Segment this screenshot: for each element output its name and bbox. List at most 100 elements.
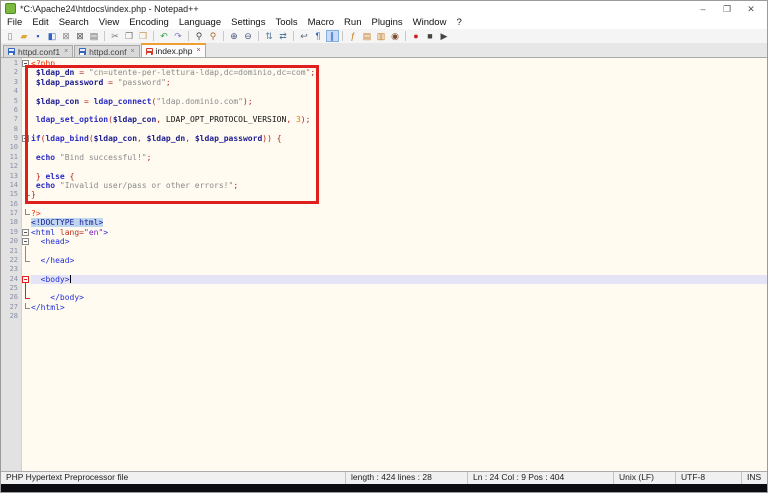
line-number: 3 bbox=[13, 77, 18, 86]
menu-item-window[interactable]: Window bbox=[408, 17, 452, 28]
menu-item-settings[interactable]: Settings bbox=[226, 17, 270, 28]
tab-index-php[interactable]: index.php × bbox=[140, 43, 206, 57]
menu-item-edit[interactable]: Edit bbox=[27, 17, 53, 28]
menu-item-language[interactable]: Language bbox=[174, 17, 226, 28]
code-text[interactable]: <?php bbox=[31, 59, 767, 68]
code-text[interactable]: <html lang="en"> bbox=[31, 228, 767, 237]
print-icon[interactable]: ▤ bbox=[88, 30, 101, 42]
code-text[interactable]: if(ldap_bind($ldap_con, $ldap_dn, $ldap_… bbox=[31, 134, 767, 143]
save-icon[interactable]: ▪ bbox=[32, 30, 45, 42]
find-icon[interactable]: ⚲ bbox=[193, 30, 206, 42]
tab-httpd-conf[interactable]: httpd.conf × bbox=[74, 45, 140, 57]
close-all-icon[interactable]: ⊠ bbox=[74, 30, 87, 42]
code-text[interactable] bbox=[31, 265, 767, 274]
code-text[interactable] bbox=[31, 312, 767, 321]
code-line-14: 14 echo "Invalid user/pass or other erro… bbox=[1, 181, 767, 190]
code-line-3: 3 $ldap_password = "password"; bbox=[1, 78, 767, 87]
show-all-chars-icon[interactable]: ¶ bbox=[312, 30, 325, 42]
fold-marker[interactable] bbox=[21, 275, 31, 284]
menu-item-view[interactable]: View bbox=[94, 17, 124, 28]
zoom-out-icon[interactable]: ⊖ bbox=[242, 30, 255, 42]
code-text[interactable]: ldap_set_option($ldap_con, LDAP_OPT_PROT… bbox=[31, 115, 767, 124]
monitoring-icon[interactable]: ◉ bbox=[389, 30, 402, 42]
toolbar-separator bbox=[153, 31, 154, 41]
code-text[interactable]: } bbox=[31, 190, 767, 199]
code-line-11: 11 echo "Bind successful!"; bbox=[1, 153, 767, 162]
code-text[interactable]: <body> bbox=[31, 274, 767, 284]
copy-icon[interactable]: ❐ bbox=[123, 30, 136, 42]
code-text[interactable]: </html> bbox=[31, 303, 767, 312]
save-all-icon[interactable]: ◧ bbox=[46, 30, 59, 42]
menu-item-file[interactable]: File bbox=[2, 17, 27, 28]
fold-marker bbox=[21, 302, 31, 312]
new-file-icon[interactable]: ▯ bbox=[4, 30, 17, 42]
menu-item-[interactable]: ? bbox=[451, 17, 466, 28]
fold-marker[interactable] bbox=[21, 237, 31, 246]
paste-icon[interactable]: ❒ bbox=[137, 30, 150, 42]
fold-marker[interactable] bbox=[21, 228, 31, 237]
fold-marker[interactable] bbox=[21, 134, 31, 143]
redo-icon[interactable]: ↷ bbox=[172, 30, 185, 42]
menu-item-search[interactable]: Search bbox=[54, 17, 94, 28]
fold-margin bbox=[21, 87, 31, 96]
zoom-in-icon[interactable]: ⊕ bbox=[228, 30, 241, 42]
code-text[interactable]: $ldap_con = ldap_connect("ldap.dominio.c… bbox=[31, 97, 767, 106]
cut-icon[interactable]: ✂ bbox=[109, 30, 122, 42]
maximize-button[interactable]: ❐ bbox=[715, 2, 739, 16]
code-text[interactable]: </head> bbox=[31, 256, 767, 265]
code-text[interactable]: echo "Bind successful!"; bbox=[31, 153, 767, 162]
code-text[interactable]: </body> bbox=[31, 293, 767, 302]
line-number: 1 bbox=[13, 59, 18, 67]
menu-item-run[interactable]: Run bbox=[339, 17, 366, 28]
tab-close-icon[interactable]: × bbox=[196, 47, 200, 55]
menu-item-plugins[interactable]: Plugins bbox=[366, 17, 407, 28]
doc-map-icon[interactable]: ▤ bbox=[361, 30, 374, 42]
fold-margin bbox=[21, 97, 31, 106]
code-text[interactable]: } else { bbox=[31, 172, 767, 181]
sync-vertical-icon[interactable]: ⇅ bbox=[263, 30, 276, 42]
tab-close-icon[interactable]: × bbox=[131, 48, 135, 56]
replace-icon[interactable]: ⚲ bbox=[207, 30, 220, 42]
word-wrap-icon[interactable]: ↩ bbox=[298, 30, 311, 42]
code-text[interactable]: ?> bbox=[31, 209, 767, 218]
code-text[interactable] bbox=[31, 200, 767, 209]
menu-bar: File Edit Search View Encoding Language Settin… bbox=[1, 16, 767, 29]
code-text[interactable] bbox=[31, 247, 767, 256]
close-button[interactable]: ✕ bbox=[739, 2, 763, 16]
code-text[interactable] bbox=[31, 106, 767, 115]
menu-item-encoding[interactable]: Encoding bbox=[124, 17, 174, 28]
code-text[interactable]: $ldap_password = "password"; bbox=[31, 78, 767, 87]
code-line-10: 10 bbox=[1, 143, 767, 152]
code-text[interactable]: <head> bbox=[31, 237, 767, 246]
function-list-icon[interactable]: ƒ bbox=[347, 30, 360, 42]
line-number: 9 bbox=[13, 134, 18, 142]
tab-httpd-conf1[interactable]: httpd.conf1 × bbox=[3, 45, 74, 57]
play-macro-icon[interactable]: ▶ bbox=[438, 30, 451, 42]
fold-marker[interactable] bbox=[21, 59, 31, 68]
fold-margin bbox=[21, 125, 31, 134]
fold-margin bbox=[21, 68, 31, 77]
code-text[interactable]: <!DOCTYPE html> bbox=[31, 218, 767, 228]
minimize-button[interactable]: – bbox=[691, 2, 715, 16]
tab-close-icon[interactable]: × bbox=[64, 48, 68, 56]
stop-macro-icon[interactable]: ■ bbox=[424, 30, 437, 42]
code-text[interactable] bbox=[31, 125, 767, 134]
code-text[interactable] bbox=[31, 87, 767, 96]
open-file-icon[interactable]: ▰ bbox=[18, 30, 31, 42]
menu-item-macro[interactable]: Macro bbox=[303, 17, 339, 28]
code-text[interactable]: echo "Invalid user/pass or other errors!… bbox=[31, 181, 767, 190]
doc-list-icon[interactable]: ▥ bbox=[375, 30, 388, 42]
code-text[interactable] bbox=[31, 162, 767, 171]
sync-horizontal-icon[interactable]: ⇄ bbox=[277, 30, 290, 42]
line-number: 23 bbox=[9, 265, 18, 274]
code-text[interactable] bbox=[31, 284, 767, 293]
indent-guide-icon[interactable]: ∥ bbox=[325, 30, 339, 42]
status-length-lines: length : 424 lines : 28 bbox=[345, 472, 467, 484]
undo-icon[interactable]: ↶ bbox=[158, 30, 171, 42]
close-icon[interactable]: ⊠ bbox=[60, 30, 73, 42]
code-editor[interactable]: 1 <?php 2 $ldap_dn = "cn=utente-per-lettur… bbox=[1, 57, 767, 471]
code-text[interactable] bbox=[31, 143, 767, 152]
record-macro-icon[interactable]: ● bbox=[410, 30, 423, 42]
menu-item-tools[interactable]: Tools bbox=[270, 17, 302, 28]
code-text[interactable]: $ldap_dn = "cn=utente-per-lettura-ldap,d… bbox=[31, 68, 767, 77]
